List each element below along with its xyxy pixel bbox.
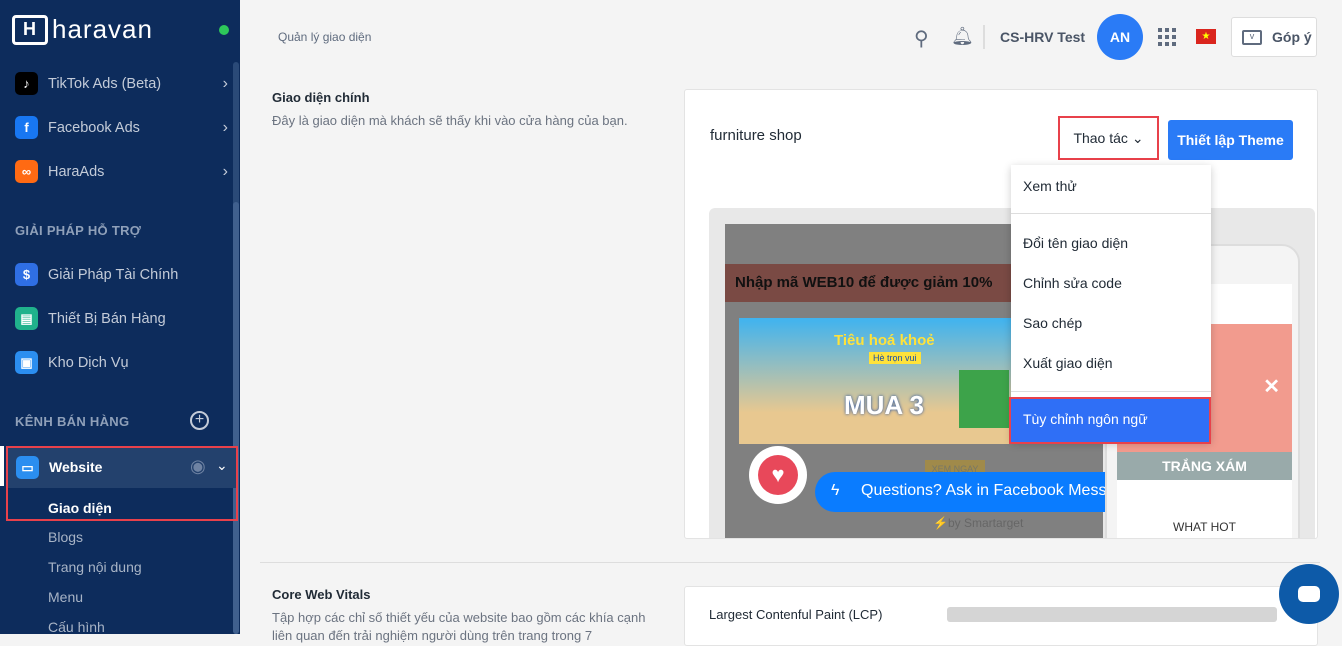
close-icon[interactable]: ✕ (1263, 374, 1280, 399)
website-highlight: ▭ Website ◉ ⌄ Giao diện (6, 446, 238, 521)
haravan-logo[interactable]: Hharavan (12, 14, 153, 45)
menu-item-edit-code[interactable]: Chỉnh sửa code (1023, 275, 1122, 291)
menu-item-rename[interactable]: Đổi tên giao diện (1023, 235, 1128, 251)
sidebar-subitem-giao-dien[interactable]: Giao diện (48, 500, 112, 516)
messenger-label: Questions? Ask in Facebook Mess (861, 482, 1107, 499)
lcp-bar (947, 607, 1277, 622)
product-image (959, 370, 1009, 428)
divider (1011, 391, 1211, 392)
chat-button[interactable] (1279, 564, 1339, 624)
lightning-icon: ⚡ (933, 516, 948, 530)
cwv-card: Largest Contenful Paint (LCP) (684, 586, 1318, 646)
tiktok-icon: ♪ (15, 72, 38, 95)
label: TikTok Ads (Beta) (48, 75, 162, 92)
chevron-right-icon: › (222, 74, 228, 92)
heart-button[interactable]: ♥ (749, 446, 807, 504)
logo-icon: H (12, 14, 48, 45)
chevron-down-icon: ⌄ (1131, 129, 1144, 146)
menu-item-preview[interactable]: Xem thử (1023, 178, 1077, 194)
promo-banner: Tiêu hoá khoẻ Hè trọn vui MUA 3 (739, 318, 1019, 444)
box-icon: ▣ (15, 351, 38, 374)
banner-title: Tiêu hoá khoẻ (834, 332, 935, 349)
avatar[interactable]: AN (1097, 14, 1143, 60)
sidebar-item-haraads[interactable]: ∞ HaraAds › (15, 160, 230, 183)
sidebar-item-tiktok-ads[interactable]: ♪ TikTok Ads (Beta) › (15, 72, 230, 95)
divider (1011, 213, 1211, 214)
menu-item-customize-language[interactable]: Tùy chỉnh ngôn ngữ (1009, 397, 1211, 444)
label: HaraAds (48, 163, 105, 180)
label: Thiết Bị Bán Hàng (48, 310, 166, 327)
menu-item-duplicate[interactable]: Sao chép (1023, 315, 1082, 331)
label: Facebook Ads (48, 119, 140, 136)
store-name[interactable]: CS-HRV Test (1000, 29, 1085, 45)
mail-icon: v (1242, 29, 1262, 45)
add-channel-icon[interactable]: + (190, 411, 209, 430)
breadcrumb[interactable]: Quản lý giao diện (278, 30, 371, 44)
chevron-right-icon: › (222, 162, 228, 180)
heart-icon: ♥ (758, 455, 798, 495)
actions-dropdown-button[interactable]: Thao tác ⌄ (1058, 116, 1159, 160)
sidebar-subitem-pages[interactable]: Trang nội dung (48, 559, 142, 575)
mobile-banner: TRẮNG XÁM (1117, 452, 1292, 480)
mobile-heading: WHAT HOT (1173, 520, 1236, 534)
brand-name: haravan (52, 14, 153, 44)
divider (260, 562, 1320, 563)
feedback-label: Góp ý (1272, 29, 1312, 45)
status-dot (219, 25, 229, 35)
sidebar-subitem-blogs[interactable]: Blogs (48, 529, 83, 545)
powered-by: ⚡by Smartarget (933, 516, 1023, 530)
banner-sub: Hè trọn vui (869, 352, 921, 364)
website-icon: ▭ (16, 456, 39, 479)
vietnam-flag-icon[interactable]: ★ (1196, 29, 1216, 44)
messenger-button[interactable]: ϟ Questions? Ask in Facebook Mess (815, 472, 1115, 512)
cwv-title: Core Web Vitals (272, 587, 371, 602)
section-title: KÊNH BÁN HÀNG (15, 414, 130, 429)
sidebar-subitem-settings[interactable]: Cấu hình (48, 619, 105, 635)
actions-menu: Xem thử Đổi tên giao diện Chỉnh sửa code… (1009, 165, 1211, 444)
label: Giải Pháp Tài Chính (48, 266, 179, 283)
bell-icon[interactable]: 🔔︎ (951, 26, 974, 47)
section-desc: Đây là giao diện mà khách sẽ thấy khi và… (272, 113, 628, 128)
divider (983, 25, 985, 49)
chevron-down-icon[interactable]: ⌄ (216, 457, 228, 474)
eye-icon[interactable]: ◉ (190, 456, 206, 477)
label: Thao tác (1073, 130, 1128, 146)
theme-name: furniture shop (710, 127, 802, 144)
sidebar-item-facebook-ads[interactable]: f Facebook Ads › (15, 116, 230, 139)
cwv-desc: Tập hợp các chỉ số thiết yếu của website… (272, 610, 646, 643)
active-indicator (0, 446, 4, 486)
finance-icon: $ (15, 263, 38, 286)
messenger-icon: ϟ (831, 482, 840, 499)
search-icon[interactable]: ⚲ (914, 26, 929, 51)
chevron-right-icon: › (222, 118, 228, 136)
haraads-icon: ∞ (15, 160, 38, 183)
powered-label: by Smartarget (947, 516, 1024, 530)
facebook-icon: f (15, 116, 38, 139)
sidebar: Hharavan ♪ TikTok Ads (Beta) › f Facebook A… (0, 0, 240, 635)
feedback-button[interactable]: v Góp ý (1231, 17, 1317, 57)
chat-icon (1298, 586, 1320, 602)
apps-grid-icon[interactable] (1158, 28, 1176, 46)
sidebar-scrollbar[interactable] (233, 62, 239, 634)
section-title: Giao diện chính (272, 90, 370, 105)
banner-big: MUA 3 (844, 390, 924, 420)
setup-theme-button[interactable]: Thiết lập Theme (1168, 120, 1293, 160)
sidebar-item-devices[interactable]: ▤ Thiết Bị Bán Hàng (15, 307, 230, 330)
sidebar-item-website[interactable]: ▭ Website ◉ ⌄ (8, 448, 236, 488)
store-icon: ▤ (15, 307, 38, 330)
sidebar-subitem-menu[interactable]: Menu (48, 589, 83, 605)
sidebar-item-services[interactable]: ▣ Kho Dịch Vụ (15, 351, 230, 374)
label: Kho Dịch Vụ (48, 354, 129, 371)
lcp-label: Largest Contenful Paint (LCP) (709, 607, 883, 622)
menu-item-export[interactable]: Xuất giao diện (1023, 355, 1113, 371)
section-title: GIẢI PHÁP HỖ TRỢ (15, 223, 142, 238)
sidebar-item-finance[interactable]: $ Giải Pháp Tài Chính (15, 263, 230, 286)
label: Website (49, 459, 103, 475)
